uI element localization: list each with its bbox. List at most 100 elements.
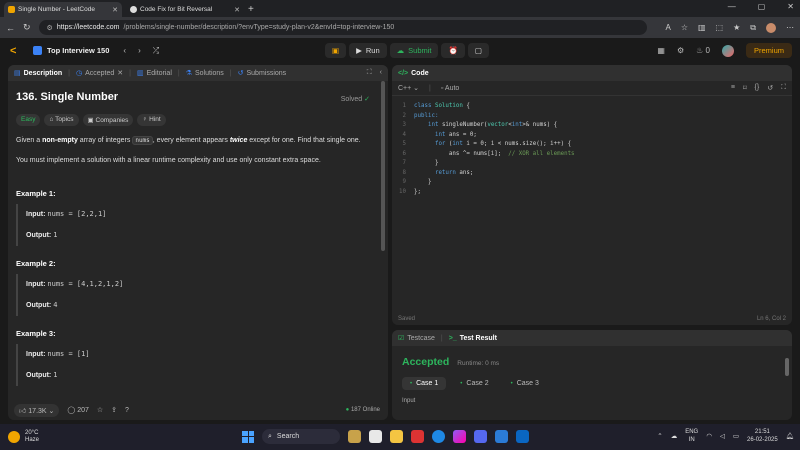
language-select[interactable]: C++ ⌄: [398, 84, 419, 92]
minimize-icon[interactable]: —: [728, 2, 736, 11]
clock[interactable]: 21:51 26-02-2025: [747, 428, 778, 444]
premium-button[interactable]: Premium: [745, 43, 792, 58]
reload-icon[interactable]: ↻: [23, 22, 31, 33]
tab-testcase[interactable]: ☑ Testcase: [398, 334, 435, 343]
bookmark-icon[interactable]: ⌑: [743, 84, 747, 92]
store-icon[interactable]: [411, 430, 424, 443]
outlook-icon[interactable]: [495, 430, 508, 443]
favorite-star-icon[interactable]: ☆: [97, 406, 103, 414]
close-tab-icon[interactable]: ✕: [234, 6, 240, 14]
streak[interactable]: ♨ 0: [696, 46, 710, 55]
browser-tab-leetcode[interactable]: Single Number - LeetCode ✕: [4, 2, 122, 17]
new-tab-icon[interactable]: +: [248, 4, 254, 15]
favorites-icon[interactable]: ★: [733, 23, 740, 32]
tab-submissions[interactable]: ↺ Submissions: [238, 69, 287, 78]
edge-browser-icon[interactable]: [432, 430, 445, 443]
debug-button[interactable]: ▣: [325, 43, 347, 58]
case-tab-3[interactable]: • Case 3: [503, 377, 547, 390]
split-screen-icon[interactable]: ▥: [698, 23, 706, 32]
close-tab-icon[interactable]: ✕: [112, 6, 118, 14]
maximize-icon[interactable]: ▢: [758, 2, 766, 11]
companies-tag[interactable]: ▣ Companies: [82, 114, 134, 126]
start-icon[interactable]: [242, 430, 254, 443]
thumbs-down-icon[interactable]: ⌄: [49, 408, 55, 415]
collections-icon[interactable]: ⧉: [750, 23, 756, 33]
widgets-icon[interactable]: [348, 430, 361, 443]
tab-editorial[interactable]: ▥ Editorial: [137, 69, 172, 78]
site-info-icon[interactable]: ⚙: [47, 24, 53, 32]
leetcode-logo-icon[interactable]: <: [10, 45, 21, 57]
notes-icon[interactable]: ≡: [731, 84, 735, 92]
code-editor[interactable]: 1 class Solution {2 public: 3 int singleNum…: [392, 96, 792, 197]
favorite-star-icon[interactable]: ☆: [681, 23, 688, 32]
code-line[interactable]: 1 class Solution {: [392, 102, 792, 112]
close-window-icon[interactable]: ✕: [787, 2, 794, 11]
tab-description[interactable]: ▤ Description: [14, 69, 62, 78]
battery-icon[interactable]: ▭: [733, 432, 739, 440]
code-line[interactable]: 10};: [392, 188, 792, 198]
volume-icon[interactable]: ◁: [720, 432, 725, 440]
submit-button[interactable]: ☁ Submit: [389, 43, 439, 58]
profile-avatar[interactable]: [766, 22, 776, 33]
study-plan-link[interactable]: Top Interview 150: [33, 46, 109, 55]
share-icon[interactable]: ⇪: [111, 406, 117, 414]
tab-test-result[interactable]: >_ Test Result: [449, 335, 497, 342]
like-button[interactable]: 👍︎ 17.3K ⌄: [14, 403, 60, 417]
extensions-icon[interactable]: ⬚: [716, 23, 724, 32]
cloud-icon[interactable]: ☁: [671, 432, 678, 440]
close-tab-icon[interactable]: ✕: [117, 69, 123, 77]
topics-tag[interactable]: ⌂ Topics: [44, 114, 79, 126]
next-problem-icon[interactable]: ›: [138, 46, 141, 56]
hint-tag[interactable]: ♀ Hint: [137, 114, 166, 126]
settings-gear-icon[interactable]: ⚙: [677, 46, 684, 55]
problem-title[interactable]: 136. Single Number: [16, 91, 380, 103]
help-icon[interactable]: ?: [125, 407, 129, 414]
visual-studio-icon[interactable]: [474, 430, 487, 443]
test-scrollbar[interactable]: [785, 358, 789, 376]
reset-icon[interactable]: ↺: [767, 84, 773, 92]
layout-icon[interactable]: ▦: [657, 46, 665, 55]
more-icon[interactable]: ⋯: [786, 23, 794, 32]
chevron-up-icon[interactable]: ⌃: [657, 432, 662, 440]
code-line[interactable]: 7 }: [392, 159, 792, 169]
fullscreen-icon[interactable]: ⛶: [781, 84, 786, 92]
case-tab-1[interactable]: • Case 1: [402, 377, 447, 390]
tab-accepted[interactable]: ◷ Accepted ✕: [76, 69, 123, 78]
statement-text: Given a: [16, 137, 43, 144]
code-line[interactable]: 4 int ans = 0;: [392, 131, 792, 141]
code-line[interactable]: 9 }: [392, 178, 792, 188]
back-icon[interactable]: ←: [6, 23, 15, 33]
url-field[interactable]: ⚙ https://leetcode.com/problems/single-n…: [38, 20, 648, 35]
task-view-icon[interactable]: [369, 430, 382, 443]
browser-tab-chat[interactable]: Code Fix for Bit Reversal ✕: [126, 2, 244, 17]
comments-button[interactable]: ◯ 207: [67, 406, 88, 414]
language-indicator[interactable]: ENG IN: [685, 428, 698, 444]
file-explorer-icon[interactable]: [390, 430, 403, 443]
tab-solutions[interactable]: ⚗ Solutions: [186, 69, 224, 78]
code-line[interactable]: 8 return ans;: [392, 169, 792, 179]
copilot-icon[interactable]: [453, 430, 466, 443]
random-problem-icon[interactable]: ⤮: [153, 46, 159, 56]
autocomplete-toggle[interactable]: ▫ Auto: [441, 85, 459, 92]
weather-widget[interactable]: 20°C Haze: [8, 430, 39, 444]
linkedin-icon[interactable]: [516, 430, 529, 443]
code-line[interactable]: 5 for (int i = 0; i < nums.size(); i++) …: [392, 140, 792, 150]
code-line[interactable]: 6 ans ^= nums[i]; // XOR all elements: [392, 150, 792, 160]
case-tab-2[interactable]: • Case 2: [452, 377, 496, 390]
read-aloud-icon[interactable]: A: [665, 23, 670, 32]
maximize-panel-icon[interactable]: ⛶: [367, 69, 372, 77]
timer-button[interactable]: ⏰: [441, 43, 465, 58]
notes-button[interactable]: ▢: [467, 43, 489, 58]
notification-bell-icon[interactable]: 🔔︎: [786, 432, 794, 440]
collapse-panel-icon[interactable]: ‹: [380, 69, 382, 77]
user-avatar[interactable]: [721, 44, 734, 57]
format-icon[interactable]: {}: [755, 84, 760, 92]
code-line[interactable]: 2 public:: [392, 112, 792, 122]
taskbar-search[interactable]: ⌕ Search: [262, 429, 340, 444]
description-scrollbar[interactable]: [381, 81, 385, 251]
wifi-icon[interactable]: ◠: [706, 432, 712, 440]
tab-code[interactable]: </> Code: [398, 70, 429, 77]
code-line[interactable]: 3 int singleNumber(vector<int>& nums) {: [392, 121, 792, 131]
run-button[interactable]: ▶ Run: [349, 43, 387, 58]
prev-problem-icon[interactable]: ‹: [123, 46, 126, 56]
